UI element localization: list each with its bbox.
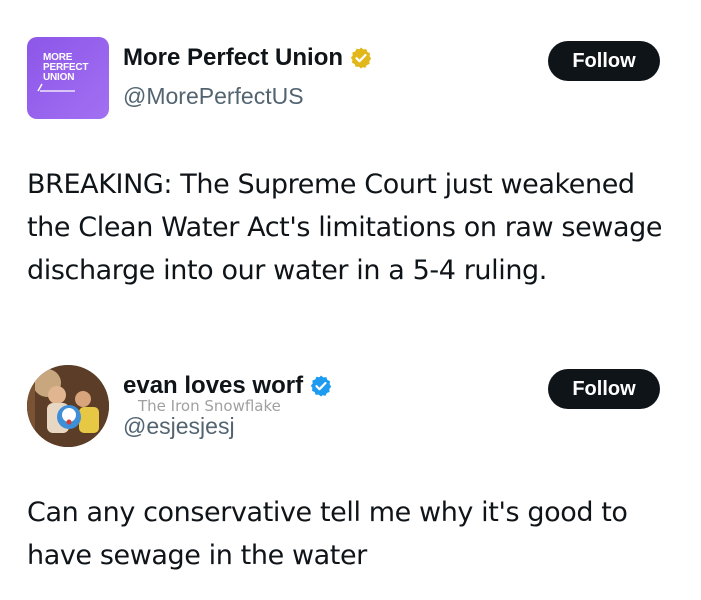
tweet-evan-loves-worf: evan loves worf The Iron Snowflake @esje… [0,345,701,600]
profile-photo-icon [27,365,109,447]
logo-text: MORE PERFECT UNION [43,53,88,83]
avatar-more-perfect-union[interactable]: MORE PERFECT UNION [27,37,109,119]
display-name[interactable]: More Perfect Union [123,44,343,72]
gold-verified-badge-icon[interactable] [349,46,373,70]
avatar-evan-loves-worf[interactable] [27,365,109,447]
handle[interactable]: @MorePerfectUS [123,83,304,110]
author-name-row: More Perfect Union [123,44,373,72]
follow-button[interactable]: Follow [548,369,660,409]
author-name-row: evan loves worf [123,372,333,400]
tweet-text: Can any conservative tell me why it's go… [27,497,628,571]
blue-verified-badge-icon[interactable] [309,374,333,398]
display-name[interactable]: evan loves worf [123,372,303,400]
logo-swoosh-icon [37,83,75,92]
tweet-more-perfect-union: MORE PERFECT UNION More Perfect Union @M… [0,0,701,345]
tweet-text: BREAKING: The Supreme Court just weakene… [27,169,663,286]
follow-button[interactable]: Follow [548,41,660,81]
handle[interactable]: @esjesjesj [123,413,235,440]
